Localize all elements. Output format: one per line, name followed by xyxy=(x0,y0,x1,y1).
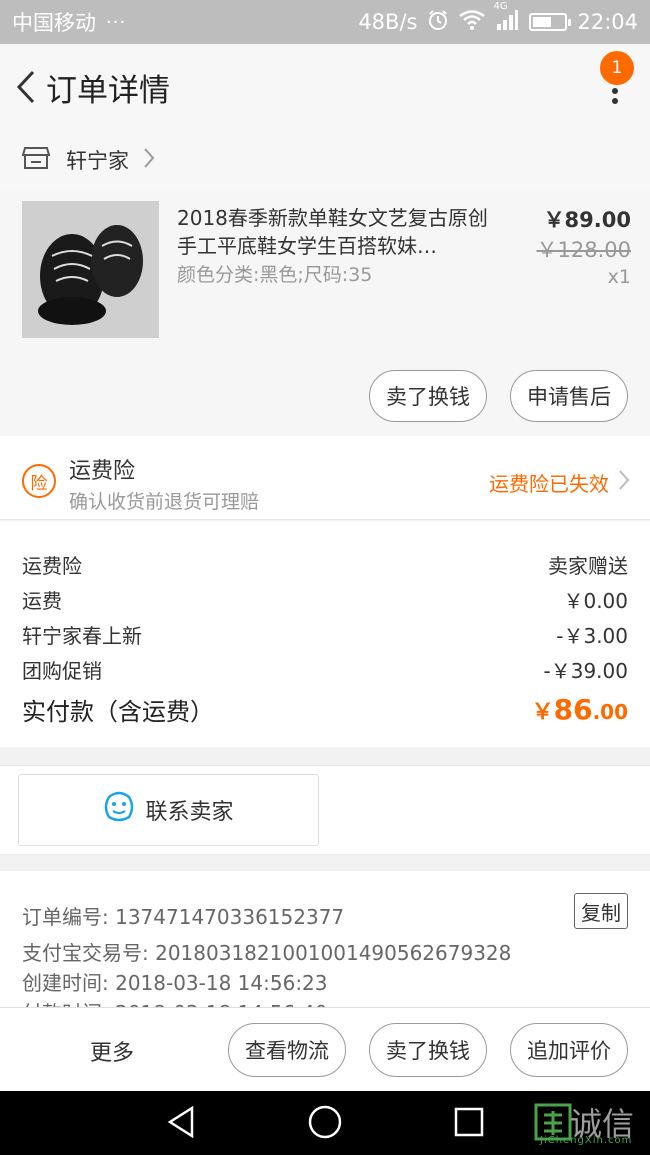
fee-value: ￥0.00 xyxy=(563,588,628,613)
navigation-bar: 订单详情 1 xyxy=(0,44,650,130)
fee-row: 轩宁家春上新 -￥3.00 xyxy=(22,619,628,649)
cellular-signal-icon: 4G xyxy=(493,1,519,36)
shipping-insurance-row[interactable]: 险 运费险 确认收货前退货可理赔 运费险已失效 xyxy=(0,436,650,520)
insurance-status: 运费险已失效 xyxy=(489,472,609,496)
chevron-right-icon xyxy=(143,147,155,173)
status-bar: 中国移动 ··· 48B/s 4G 22:04 xyxy=(0,0,650,44)
fee-label: 运费险 xyxy=(22,553,82,578)
product-quantity: x1 xyxy=(607,266,631,288)
shop-name: 轩宁家 xyxy=(66,149,129,173)
alarm-icon xyxy=(427,9,449,36)
contact-seller-label: 联系卖家 xyxy=(145,800,234,825)
fee-label: 团购促销 xyxy=(22,658,102,683)
sell-for-cash-button[interactable]: 卖了换钱 xyxy=(369,370,487,422)
order-info: 订单编号: 137471470336152377 支付宝交易号: 2018031… xyxy=(0,871,650,1007)
network-speed: 48B/s xyxy=(358,10,418,34)
notification-dots: ··· xyxy=(106,11,127,33)
created-time: 创建时间: 2018-03-18 14:56:23 xyxy=(22,971,328,995)
recents-square-icon[interactable] xyxy=(454,1107,484,1141)
total-paid-row: 实付款（含运费） ￥86.00 xyxy=(22,689,628,729)
add-review-button[interactable]: 追加评价 xyxy=(510,1023,628,1077)
fee-value: -￥39.00 xyxy=(543,658,628,683)
network-type: 4G xyxy=(493,0,508,12)
wifi-icon xyxy=(459,9,486,35)
product-image[interactable] xyxy=(22,201,159,338)
fee-label: 轩宁家春上新 xyxy=(22,623,142,648)
fee-breakdown: 运费险 卖家赠送 运费 ￥0.00 轩宁家春上新 -￥3.00 团购促销 -￥3… xyxy=(0,521,650,747)
paid-time: 付款时间: 2018-03-18 14:56:40 xyxy=(22,997,328,1007)
carrier-name: 中国移动 xyxy=(12,11,96,35)
shop-row[interactable]: 轩宁家 xyxy=(0,130,650,190)
insurance-icon: 险 xyxy=(22,464,56,498)
original-price: ￥128.00 xyxy=(536,238,631,262)
view-logistics-button[interactable]: 查看物流 xyxy=(228,1023,346,1077)
shop-icon xyxy=(21,146,51,174)
page-title: 订单详情 xyxy=(46,72,170,109)
copy-button[interactable]: 复制 xyxy=(574,893,628,929)
insurance-subtitle: 确认收货前退货可理赔 xyxy=(69,491,260,513)
system-navigation-bar: 诚信 JiChengXin.com xyxy=(0,1091,650,1155)
contact-seller-button[interactable]: 联系卖家 xyxy=(18,774,319,846)
fee-row: 运费 ￥0.00 xyxy=(22,584,628,614)
order-number: 订单编号: 137471470336152377 xyxy=(22,905,345,929)
fee-value: -￥3.00 xyxy=(556,623,628,648)
contact-area: 联系卖家 xyxy=(0,765,650,855)
alipay-trade-number: 支付宝交易号: 2018031821001001490562679328 xyxy=(22,941,512,965)
chevron-right-icon xyxy=(618,469,630,495)
product-spec: 颜色分类:黑色;尺码:35 xyxy=(177,264,373,286)
clock: 22:04 xyxy=(577,10,638,34)
total-paid-amount: ￥86.00 xyxy=(531,692,628,726)
watermark-subtext: JiChengXin.com xyxy=(540,1135,633,1146)
bottom-action-bar: 更多 查看物流 卖了换钱 追加评价 xyxy=(0,1007,650,1091)
more-button[interactable]: 更多 xyxy=(90,1035,134,1067)
chat-smile-icon xyxy=(103,791,135,829)
product-price: ￥89.00 xyxy=(543,208,631,232)
fee-label: 运费 xyxy=(22,588,62,613)
product-card: 2018春季新款单鞋女文艺复古原创手工平底鞋女学生百搭软妹… 颜色分类:黑色;尺… xyxy=(0,190,650,436)
home-circle-icon[interactable] xyxy=(308,1105,342,1143)
fee-row: 运费险 卖家赠送 xyxy=(22,549,628,579)
fee-value: 卖家赠送 xyxy=(548,553,628,578)
fee-row: 团购促销 -￥39.00 xyxy=(22,654,628,684)
back-triangle-icon[interactable] xyxy=(166,1105,196,1143)
status-icons: 48B/s 4G 22:04 xyxy=(358,1,638,36)
sell-for-cash-button[interactable]: 卖了换钱 xyxy=(369,1023,487,1077)
battery-icon xyxy=(529,13,572,31)
notification-badge: 1 xyxy=(600,51,634,85)
total-paid-label: 实付款（含运费） xyxy=(22,697,214,726)
back-arrow-icon[interactable] xyxy=(4,44,48,130)
product-title[interactable]: 2018春季新款单鞋女文艺复古原创手工平底鞋女学生百搭软妹… xyxy=(177,204,495,260)
insurance-title: 运费险 xyxy=(69,459,136,484)
after-sale-button[interactable]: 申请售后 xyxy=(510,370,628,422)
